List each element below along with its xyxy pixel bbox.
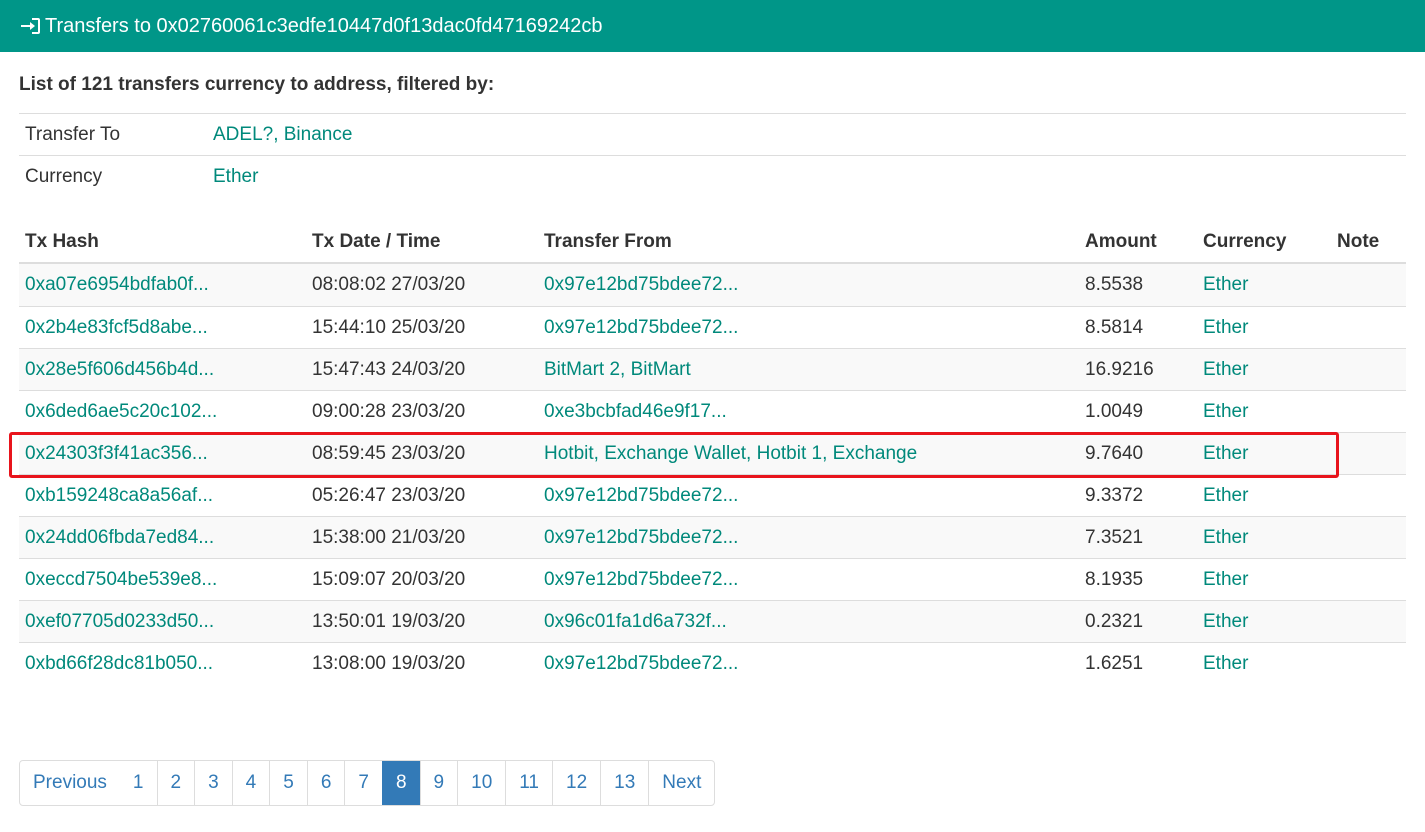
pagination-page-7[interactable]: 7 [344, 761, 382, 805]
column-header-currency: Currency [1203, 231, 1287, 252]
currency-link[interactable]: Ether [1197, 653, 1331, 675]
transfer-from-link[interactable]: 0xe3bcbfad46e9f17... [538, 401, 1079, 423]
transfer-from-link[interactable]: 0x96c01fa1d6a732f... [538, 611, 1079, 633]
pagination-page-3[interactable]: 3 [194, 761, 232, 805]
amount: 16.9216 [1085, 358, 1154, 380]
tx-date: 15:09:07 20/03/20 [312, 568, 466, 590]
filter-value-link[interactable]: Ether [213, 166, 258, 188]
transfer-from-link[interactable]: 0x97e12bd75bdee72... [538, 317, 1079, 339]
tx-hash-link[interactable]: 0x24303f3f41ac356... [19, 443, 306, 465]
table-row: 0xeccd7504be539e8... 15:09:07 20/03/20 0x9… [19, 558, 1406, 600]
amount: 8.5538 [1085, 274, 1144, 295]
pagination-page-5[interactable]: 5 [269, 761, 307, 805]
pagination-page-13[interactable]: 13 [600, 761, 648, 805]
amount: 8.1935 [1085, 568, 1144, 590]
amount: 9.3372 [1085, 484, 1144, 506]
table-row: 0x28e5f606d456b4d... 15:47:43 24/03/20 Bit… [19, 348, 1406, 390]
amount: 1.0049 [1085, 400, 1144, 422]
tx-date: 15:38:00 21/03/20 [312, 526, 466, 548]
table-row: 0x24303f3f41ac356... 08:59:45 23/03/20 Hot… [19, 432, 1406, 474]
transfer-from-link[interactable]: 0x97e12bd75bdee72... [538, 653, 1079, 675]
pagination-previous[interactable]: Previous [20, 761, 120, 805]
tx-hash-link[interactable]: 0x24dd06fbda7ed84... [19, 527, 306, 549]
tx-date: 08:59:45 23/03/20 [312, 442, 466, 464]
pagination-page-2[interactable]: 2 [156, 761, 195, 805]
tx-hash-link[interactable]: 0x2b4e83fcf5d8abe... [19, 317, 306, 339]
tx-hash-link[interactable]: 0xeccd7504be539e8... [19, 569, 306, 591]
sign-in-icon [19, 16, 41, 36]
table-row: 0x6ded6ae5c20c102... 09:00:28 23/03/20 0xe… [19, 390, 1406, 432]
pagination-page-1[interactable]: 1 [120, 761, 157, 805]
amount: 1.6251 [1085, 652, 1144, 674]
tx-hash-link[interactable]: 0xbd66f28dc81b050... [19, 653, 306, 675]
table-row: 0x24dd06fbda7ed84... 15:38:00 21/03/20 0x9… [19, 516, 1406, 558]
currency-link[interactable]: Ether [1197, 401, 1331, 423]
tx-date: 05:26:47 23/03/20 [312, 484, 466, 506]
currency-link[interactable]: Ether [1197, 569, 1331, 591]
table-row: 0x2b4e83fcf5d8abe... 15:44:10 25/03/20 0x9… [19, 306, 1406, 348]
pagination-page-9[interactable]: 9 [419, 761, 458, 805]
transfers-table: Tx Hash Tx Date / Time Transfer From Amo… [19, 222, 1406, 684]
tx-date: 15:47:43 24/03/20 [312, 358, 466, 380]
column-header-tx-date: Tx Date / Time [312, 231, 441, 252]
tx-date: 13:50:01 19/03/20 [312, 610, 466, 632]
transfer-from-link[interactable]: 0x97e12bd75bdee72... [538, 527, 1079, 549]
tx-date: 08:08:02 27/03/20 [312, 274, 466, 295]
pagination: Previous 1 2 3 4 5 6 7 8 9 10 11 12 13 Next [19, 760, 716, 806]
currency-link[interactable]: Ether [1197, 611, 1331, 633]
transfer-from-link[interactable]: 0x97e12bd75bdee72... [538, 485, 1079, 507]
tx-date: 15:44:10 25/03/20 [312, 316, 466, 338]
pagination-next[interactable]: Next [648, 761, 714, 805]
amount: 9.7640 [1085, 442, 1144, 464]
currency-link[interactable]: Ether [1197, 359, 1331, 381]
pagination-page-8[interactable]: 8 [381, 761, 420, 805]
filter-row-currency: Currency Ether [19, 155, 1406, 197]
pagination-page-4[interactable]: 4 [231, 761, 270, 805]
list-summary: List of 121 transfers currency to addres… [19, 74, 495, 95]
column-header-note: Note [1337, 231, 1380, 252]
filter-label: Transfer To [25, 123, 121, 145]
table-row: 0xb159248ca8a56af... 05:26:47 23/03/20 0x9… [19, 474, 1406, 516]
tx-hash-link[interactable]: 0xef07705d0233d50... [19, 611, 306, 633]
column-header-tx-hash: Tx Hash [25, 231, 99, 252]
filter-table: Transfer To ADEL?, Binance Currency Ethe… [19, 113, 1406, 197]
transfer-from-link[interactable]: 0x97e12bd75bdee72... [538, 569, 1079, 591]
page-title: Transfers to 0x02760061c3edfe10447d0f13d… [45, 14, 603, 37]
pagination-page-6[interactable]: 6 [306, 761, 345, 805]
currency-link[interactable]: Ether [1197, 527, 1331, 549]
filter-row-transfer-to: Transfer To ADEL?, Binance [19, 113, 1406, 155]
tx-hash-link[interactable]: 0xb159248ca8a56af... [19, 485, 306, 507]
column-header-amount: Amount [1085, 231, 1157, 252]
tx-date: 13:08:00 19/03/20 [312, 652, 466, 674]
pagination-page-10[interactable]: 10 [457, 761, 505, 805]
currency-link[interactable]: Ether [1197, 443, 1331, 465]
transfer-from-link[interactable]: Hotbit, Exchange Wallet, Hotbit 1, Excha… [538, 443, 1079, 465]
transfer-from-link[interactable]: 0x97e12bd75bdee72... [538, 274, 1079, 296]
amount: 7.3521 [1085, 526, 1144, 548]
tx-date: 09:00:28 23/03/20 [312, 400, 466, 422]
currency-link[interactable]: Ether [1197, 485, 1331, 507]
table-row: 0xa07e6954bdfab0f... 08:08:02 27/03/20 0x9… [19, 264, 1406, 306]
filter-label: Currency [25, 165, 103, 187]
amount: 8.5814 [1085, 316, 1144, 338]
pagination-page-11[interactable]: 11 [505, 761, 552, 805]
table-header-row: Tx Hash Tx Date / Time Transfer From Amo… [19, 222, 1406, 264]
tx-hash-link[interactable]: 0x28e5f606d456b4d... [19, 359, 306, 381]
filter-value-link[interactable]: ADEL?, Binance [213, 124, 352, 146]
currency-link[interactable]: Ether [1197, 274, 1331, 296]
tx-hash-link[interactable]: 0x6ded6ae5c20c102... [19, 401, 306, 423]
amount: 0.2321 [1085, 610, 1144, 632]
tx-hash-link[interactable]: 0xa07e6954bdfab0f... [19, 274, 306, 296]
page-header: Transfers to 0x02760061c3edfe10447d0f13d… [0, 0, 1425, 52]
currency-link[interactable]: Ether [1197, 317, 1331, 339]
table-row: 0xef07705d0233d50... 13:50:01 19/03/20 0x9… [19, 600, 1406, 642]
table-row: 0xbd66f28dc81b050... 13:08:00 19/03/20 0x9… [19, 642, 1406, 684]
transfer-from-link[interactable]: BitMart 2, BitMart [538, 359, 1079, 381]
column-header-transfer-from: Transfer From [544, 231, 672, 252]
pagination-page-12[interactable]: 12 [552, 761, 600, 805]
